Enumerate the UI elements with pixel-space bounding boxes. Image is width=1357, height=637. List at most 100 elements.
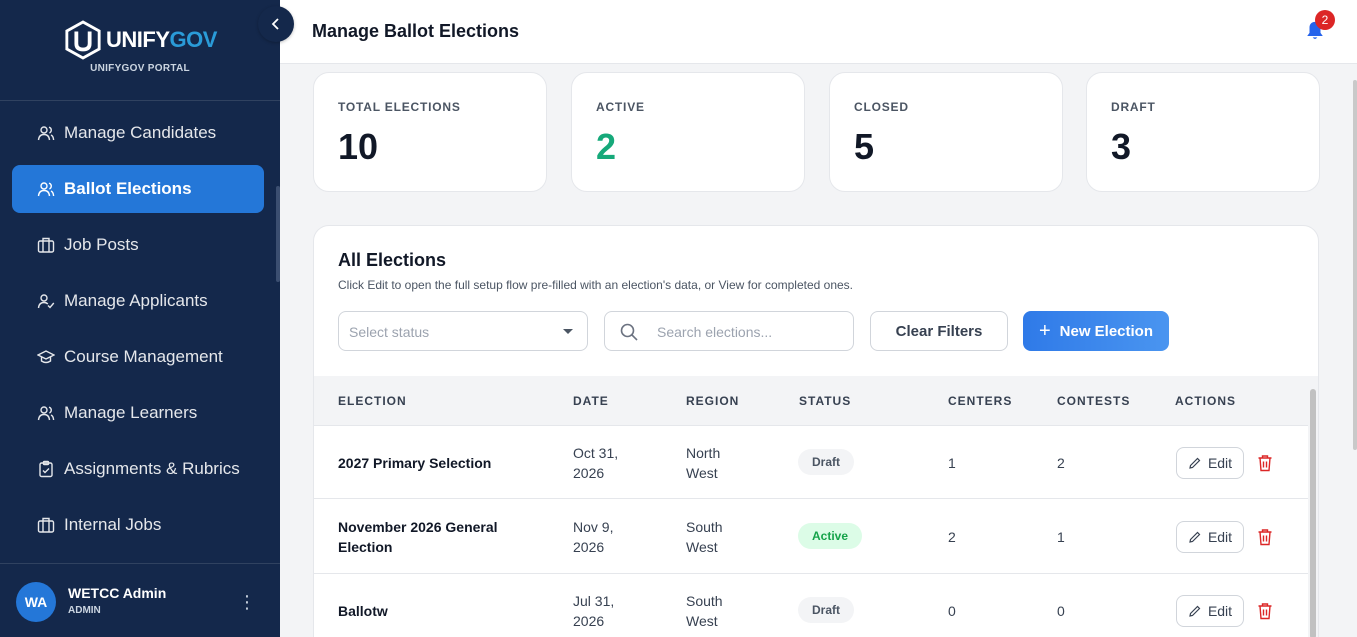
sidebar-item-job-posts[interactable]: Job Posts bbox=[12, 221, 264, 269]
election-date: Nov 9, 2026 bbox=[573, 519, 614, 555]
column-header-actions: ACTIONS bbox=[1175, 394, 1236, 408]
stat-value: 5 bbox=[854, 126, 875, 167]
edit-button[interactable]: Edit bbox=[1176, 447, 1244, 479]
edit-label: Edit bbox=[1207, 455, 1233, 471]
stat-card-active: ACTIVE 2 bbox=[571, 72, 805, 192]
brand-logo[interactable]: UNIFYGOV bbox=[64, 20, 217, 60]
election-region: North West bbox=[686, 445, 721, 481]
sidebar-item-label: Manage Candidates bbox=[64, 123, 217, 142]
sidebar-item-manage-applicants[interactable]: Manage Applicants bbox=[12, 277, 264, 325]
hexagon-logo-icon bbox=[65, 20, 101, 60]
edit-button[interactable]: Edit bbox=[1176, 521, 1244, 553]
brand-name: UNIFYGOV bbox=[106, 27, 217, 52]
trash-icon[interactable] bbox=[1257, 528, 1273, 546]
sidebar-item-label: Course Management bbox=[64, 347, 223, 366]
graduation-cap-icon bbox=[36, 348, 56, 366]
logo-area: UNIFYGOV UNIFYGOV PORTAL bbox=[0, 0, 280, 101]
edit-label: Edit bbox=[1207, 603, 1233, 619]
briefcase-icon bbox=[37, 236, 55, 254]
stat-value: 10 bbox=[338, 126, 379, 167]
avatar[interactable]: WA bbox=[16, 582, 56, 622]
sidebar: UNIFYGOV UNIFYGOV PORTAL Manage Candidat… bbox=[0, 0, 280, 637]
sidebar-item-label: Assignments & Rubrics bbox=[64, 459, 240, 478]
pencil-icon bbox=[1189, 531, 1201, 543]
user-profile[interactable]: WA WETCC Admin ADMIN ⋮ bbox=[0, 563, 280, 637]
election-centers: 1 bbox=[948, 455, 956, 471]
column-header-election: ELECTION bbox=[338, 394, 407, 408]
column-header-status: STATUS bbox=[799, 394, 852, 408]
portal-subtitle: UNIFYGOV PORTAL bbox=[90, 63, 190, 74]
table-scrollbar-thumb[interactable] bbox=[1310, 389, 1316, 637]
page-title: Manage Ballot Elections bbox=[312, 21, 520, 41]
election-region: South West bbox=[686, 519, 723, 555]
election-region: South West bbox=[686, 593, 723, 629]
users-icon bbox=[37, 404, 55, 422]
stat-value: 2 bbox=[596, 126, 617, 167]
stat-label: DRAFT bbox=[1111, 100, 1156, 114]
notification-badge: 2 bbox=[1315, 10, 1335, 30]
status-select[interactable]: Select status bbox=[338, 311, 588, 351]
caret-down-icon bbox=[563, 329, 573, 334]
status-select-value: Select status bbox=[349, 324, 430, 340]
table-header: ELECTION DATE REGION STATUS CENTERS CONTESTS A… bbox=[314, 376, 1308, 426]
top-header: Manage Ballot Elections 2 bbox=[280, 0, 1357, 64]
table-row[interactable]: November 2026 General Election Nov 9, 202… bbox=[314, 499, 1308, 574]
edit-label: Edit bbox=[1207, 529, 1233, 545]
sidebar-nav: Manage Candidates Ballot Elections Job Pos… bbox=[12, 109, 264, 557]
status-badge: Draft bbox=[798, 597, 855, 623]
trash-icon[interactable] bbox=[1257, 454, 1273, 472]
stat-label: TOTAL ELECTIONS bbox=[338, 100, 461, 114]
briefcase-icon bbox=[37, 516, 55, 534]
stat-value: 3 bbox=[1111, 126, 1132, 167]
new-election-button[interactable]: + New Election bbox=[1023, 311, 1169, 351]
sidebar-item-label: Manage Learners bbox=[64, 403, 198, 422]
status-badge: Active bbox=[798, 523, 863, 549]
election-name: Ballotw bbox=[338, 603, 388, 619]
stat-card-draft: DRAFT 3 bbox=[1086, 72, 1320, 192]
card-title: All Elections bbox=[338, 250, 447, 270]
stat-label: ACTIVE bbox=[596, 100, 645, 114]
sidebar-item-internal-jobs[interactable]: Internal Jobs bbox=[12, 501, 264, 549]
sidebar-item-label: Job Posts bbox=[64, 235, 139, 254]
election-contests: 0 bbox=[1057, 603, 1065, 619]
column-header-region: REGION bbox=[686, 394, 740, 408]
clear-filters-button[interactable]: Clear Filters bbox=[870, 311, 1008, 351]
status-badge: Draft bbox=[798, 449, 855, 475]
search-placeholder: Search elections... bbox=[657, 324, 773, 340]
sidebar-item-manage-candidates[interactable]: Manage Candidates bbox=[12, 109, 264, 157]
sidebar-item-ballot-elections[interactable]: Ballot Elections bbox=[12, 165, 264, 213]
sidebar-item-manage-learners[interactable]: Manage Learners bbox=[12, 389, 264, 437]
stat-label: CLOSED bbox=[854, 100, 909, 114]
election-name: 2027 Primary Selection bbox=[338, 455, 492, 471]
sidebar-item-label: Internal Jobs bbox=[64, 515, 162, 534]
column-header-contests: CONTESTS bbox=[1057, 394, 1131, 408]
edit-button[interactable]: Edit bbox=[1176, 595, 1244, 627]
users-icon bbox=[37, 180, 55, 198]
column-header-date: DATE bbox=[573, 394, 609, 408]
stat-card-total-elections: TOTAL ELECTIONS 10 bbox=[313, 72, 547, 192]
election-date: Oct 31, 2026 bbox=[573, 445, 619, 481]
sidebar-item-label: Ballot Elections bbox=[64, 179, 192, 198]
user-name: WETCC Admin bbox=[68, 585, 167, 601]
sidebar-scrollbar[interactable] bbox=[276, 186, 280, 282]
new-election-label: New Election bbox=[1059, 322, 1154, 340]
election-centers: 0 bbox=[948, 603, 956, 619]
user-check-icon bbox=[37, 292, 55, 310]
search-input[interactable]: Search elections... bbox=[604, 311, 854, 351]
table-row[interactable]: Ballotw Jul 31, 2026 South West 0 0 Draft Edit bbox=[314, 574, 1308, 637]
sidebar-item-assignments-rubrics[interactable]: Assignments & Rubrics bbox=[12, 445, 264, 493]
user-role: ADMIN bbox=[68, 605, 101, 616]
election-contests: 1 bbox=[1057, 529, 1065, 545]
chevron-left-icon bbox=[271, 18, 279, 30]
trash-icon[interactable] bbox=[1257, 602, 1273, 620]
table-row[interactable]: 2027 Primary Selection Oct 31, 2026 North … bbox=[314, 426, 1308, 499]
page-scrollbar-thumb[interactable] bbox=[1353, 80, 1357, 450]
plus-icon: + bbox=[1038, 320, 1051, 342]
kebab-menu-icon[interactable]: ⋮ bbox=[238, 590, 256, 614]
election-contests: 2 bbox=[1057, 455, 1065, 471]
column-header-centers: CENTERS bbox=[948, 394, 1013, 408]
clipboard-check-icon bbox=[37, 460, 55, 478]
search-icon bbox=[620, 323, 638, 341]
sidebar-item-course-management[interactable]: Course Management bbox=[12, 333, 264, 381]
collapse-sidebar-button[interactable] bbox=[258, 6, 294, 42]
